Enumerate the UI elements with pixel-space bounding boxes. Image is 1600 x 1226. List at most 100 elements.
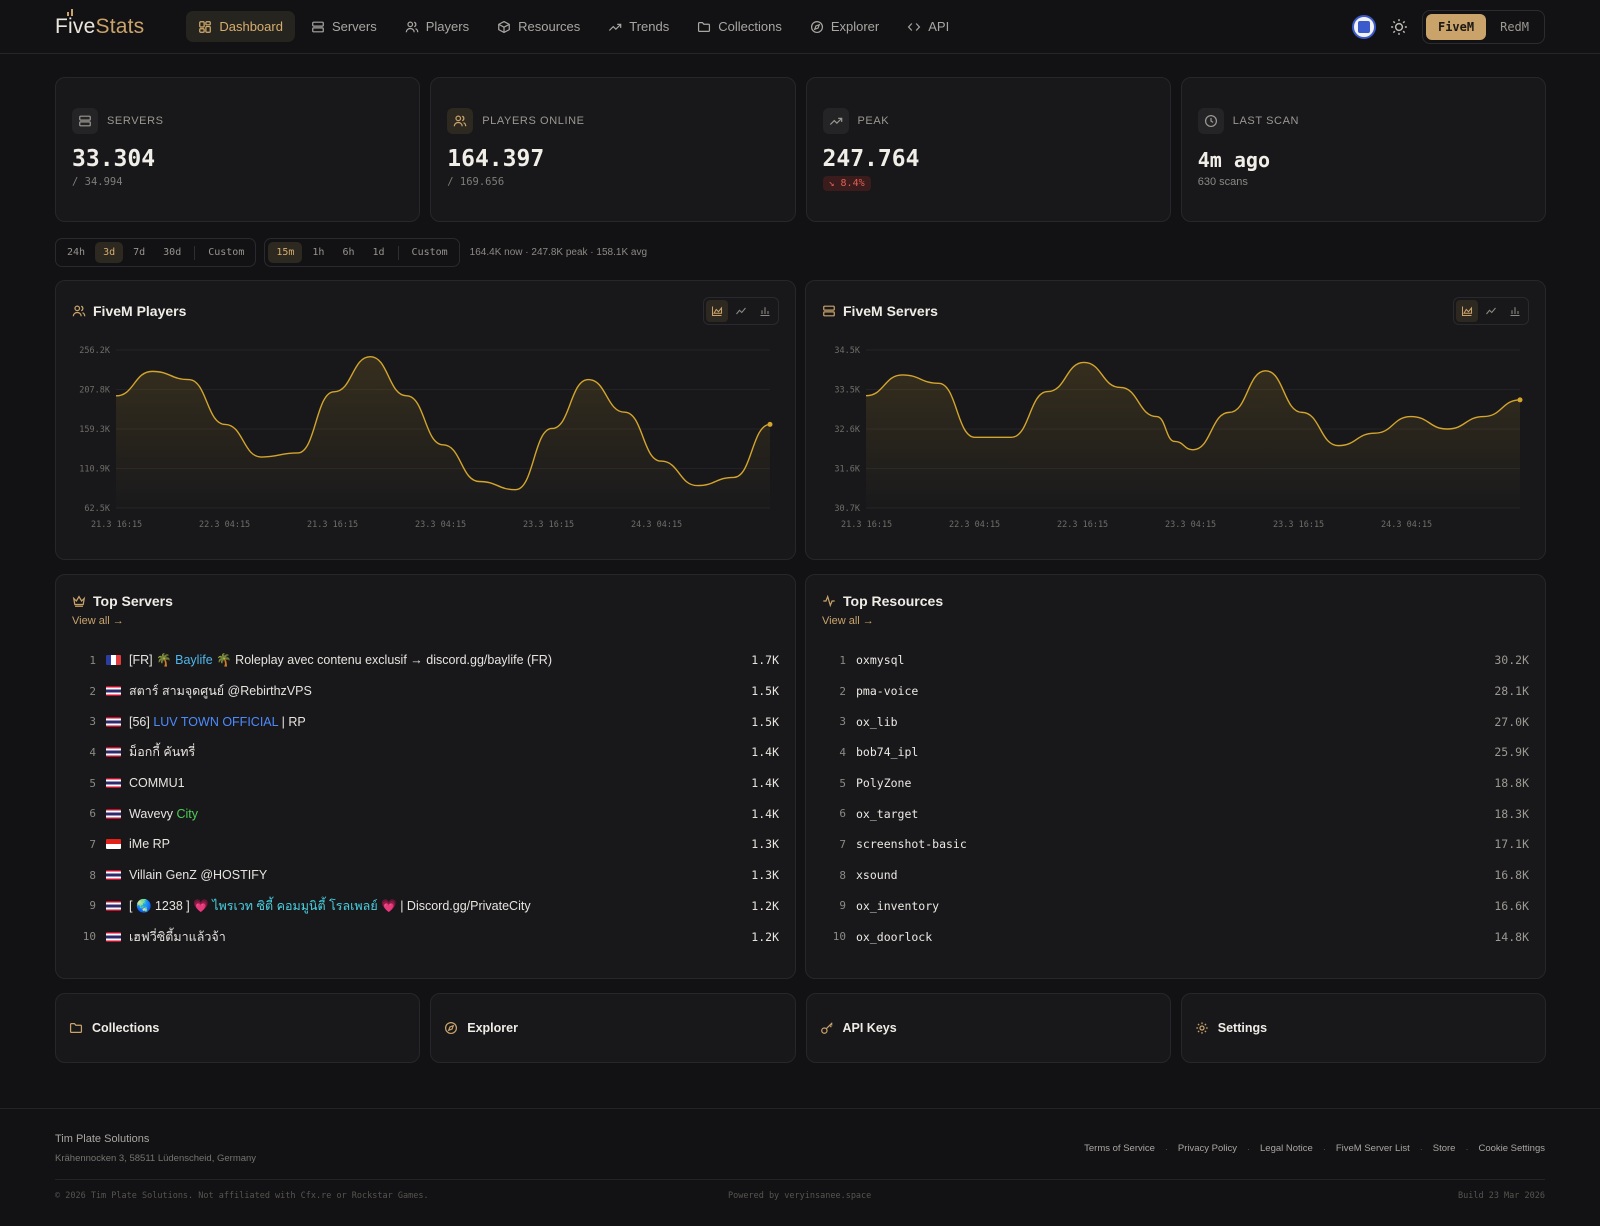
list-item[interactable]: 2 สตาร์ สามจุดศูนย์ @RebirthzVPS 1.5K [72, 676, 779, 707]
nav-servers-label: Servers [331, 19, 377, 34]
resource-count: 30.2K [1494, 653, 1529, 668]
range-30d[interactable]: 30d [155, 242, 189, 263]
top-resources-view-all-link[interactable]: View all → [822, 615, 874, 627]
bar-chart-icon[interactable] [754, 300, 776, 322]
interval-1d[interactable]: 1d [365, 242, 393, 263]
stat-servers-label: SERVERS [107, 115, 164, 127]
nav-right: FiveM RedM [1351, 9, 1545, 44]
footer-link-server-list[interactable]: FiveM Server List [1336, 1143, 1410, 1154]
interval-custom[interactable]: Custom [404, 242, 456, 263]
server-name: Wavevy City [129, 807, 751, 821]
nav-servers[interactable]: Servers [299, 11, 389, 42]
nav-resources[interactable]: Resources [485, 11, 592, 42]
list-item[interactable]: 10 เฮฟวี่ซิตี้มาแล้วจ้า 1.2K [72, 921, 779, 952]
stat-peak-change-badge: ↘ 8.4% [822, 176, 871, 191]
list-item[interactable]: 2 pma-voice 28.1K [822, 676, 1529, 707]
players-chart[interactable]: 256.2K 207.8K 159.3K 110.9K 62.5K 21.3 16:15 2… [56, 337, 795, 537]
footer-link-terms[interactable]: Terms of Service [1084, 1143, 1155, 1154]
stat-players-label: PLAYERS ONLINE [482, 115, 585, 127]
nav-dashboard[interactable]: Dashboard [186, 11, 295, 42]
top-servers-card: Top Servers View all → 1 [FR] 🌴 Baylife … [55, 574, 796, 979]
range-summary: 164.4K now · 247.8K peak · 158.1K avg [469, 247, 648, 258]
server-name: เฮฟวี่ซิตี้มาแล้วจ้า [129, 929, 226, 944]
x-tick-label: 24.3 04:15 [1381, 520, 1432, 530]
resource-name: pma-voice [856, 684, 919, 699]
flag-fr-icon [106, 655, 121, 666]
list-item[interactable]: 4 bob74_ipl 25.9K [822, 737, 1529, 768]
users-icon [405, 20, 419, 32]
footer-link-legal[interactable]: Legal Notice [1260, 1143, 1313, 1154]
player-count: 1.2K [751, 929, 779, 944]
y-tick-label: 159.3K [79, 425, 111, 435]
nav-players[interactable]: Players [393, 11, 481, 42]
server-name-part: 💗 [193, 898, 209, 913]
list-item[interactable]: 4 ม็อกกี้ คันทรี่ 1.4K [72, 737, 779, 768]
clock-icon [1197, 108, 1224, 134]
list-item[interactable]: 10 ox_doorlock 14.8K [822, 921, 1529, 952]
collections-link-card[interactable]: Collections [55, 993, 421, 1063]
list-item[interactable]: 8 xsound 16.8K [822, 860, 1529, 891]
logo[interactable]: FiveStats [55, 8, 144, 39]
game-fivem-button[interactable]: FiveM [1425, 13, 1487, 40]
list-item[interactable]: 7 iMe RP 1.3K [72, 829, 779, 860]
list-item[interactable]: 5 COMMU1 1.4K [72, 768, 779, 799]
bar-chart-icon[interactable] [1504, 300, 1526, 322]
list-item[interactable]: 9 [ 🌏 1238 ] 💗 ไพรเวท ซิตี้ คอมมูนิตี้ โ… [72, 891, 779, 922]
y-tick-label: 33.5K [834, 386, 860, 396]
sun-icon[interactable] [1390, 18, 1408, 36]
interval-6h[interactable]: 6h [334, 242, 362, 263]
api-keys-link-card[interactable]: API Keys [805, 993, 1171, 1063]
nav-api[interactable]: API [895, 11, 961, 42]
top-resources-list: 1 oxmysql 30.2K 2 pma-voice 28.1K 3 ox_lib 27.… [822, 645, 1529, 952]
servers-chart[interactable]: 34.5K 33.5K 32.6K 31.6K 30.7K 21.3 16:15 22.3 … [806, 337, 1545, 537]
flag-th-icon [106, 870, 121, 881]
footer-link-privacy[interactable]: Privacy Policy [1178, 1143, 1237, 1154]
resource-count: 16.8K [1494, 868, 1529, 883]
area-chart-icon[interactable] [1456, 300, 1478, 322]
list-item[interactable]: 1 [FR] 🌴 Baylife 🌴 Roleplay avec contenu… [72, 645, 779, 676]
range-custom[interactable]: Custom [200, 242, 252, 263]
list-item[interactable]: 5 PolyZone 18.8K [822, 768, 1529, 799]
server-name-part: [FR] 🌴 [129, 652, 176, 667]
line-chart-icon[interactable] [730, 300, 752, 322]
chart-type-toggle [1453, 297, 1529, 325]
range-24h[interactable]: 24h [59, 242, 93, 263]
range-selector: 24h 3d 7d 30d Custom [55, 238, 257, 267]
list-item[interactable]: 9 ox_inventory 16.6K [822, 891, 1529, 922]
top-servers-view-all-link[interactable]: View all → [72, 615, 124, 627]
footer-address: Krähennocken 3, 58511 Lüdenscheid, Germa… [55, 1153, 257, 1164]
list-item[interactable]: 6 Wavevy City 1.4K [72, 798, 779, 829]
resource-count: 16.6K [1494, 898, 1529, 913]
list-item[interactable]: 6 ox_target 18.3K [822, 798, 1529, 829]
list-item[interactable]: 3 ox_lib 27.0K [822, 706, 1529, 737]
area-chart-icon[interactable] [706, 300, 728, 322]
interval-15m[interactable]: 15m [268, 242, 303, 263]
nav-trends[interactable]: Trends [596, 11, 681, 42]
settings-link-card[interactable]: Settings [1180, 993, 1546, 1063]
explorer-link-card[interactable]: Explorer [430, 993, 796, 1063]
footer-powered-by: Powered by veryinsanee.space [728, 1191, 872, 1201]
footer-link-store[interactable]: Store [1433, 1143, 1456, 1154]
stat-servers-value: 33.304 [72, 146, 156, 172]
list-item[interactable]: 8 Villain GenZ @HOSTIFY 1.3K [72, 860, 779, 891]
range-7d[interactable]: 7d [125, 242, 153, 263]
game-redm-button[interactable]: RedM [1488, 14, 1541, 40]
nav-explorer[interactable]: Explorer [798, 11, 891, 42]
list-item[interactable]: 3 [56] LUV TOWN OFFICIAL | RP 1.5K [72, 706, 779, 737]
footer-build: Build 23 Mar 2026 [1458, 1191, 1545, 1201]
explorer-link-label: Explorer [467, 1021, 518, 1035]
interval-1h[interactable]: 1h [304, 242, 332, 263]
avatar[interactable] [1351, 14, 1376, 39]
footer-link-cookies[interactable]: Cookie Settings [1478, 1143, 1545, 1154]
line-chart-icon[interactable] [1480, 300, 1502, 322]
list-item[interactable]: 7 screenshot-basic 17.1K [822, 829, 1529, 860]
nav-collections[interactable]: Collections [685, 11, 794, 42]
range-3d[interactable]: 3d [95, 242, 124, 263]
x-tick-label: 23.3 16:15 [523, 520, 574, 530]
y-tick-label: 32.6K [834, 425, 860, 435]
resource-count: 17.1K [1494, 837, 1529, 852]
server-name-part: [ 🌏 1238 ] [129, 898, 194, 913]
resource-name: screenshot-basic [856, 837, 967, 852]
stat-players-value: 164.397 [447, 146, 545, 172]
list-item[interactable]: 1 oxmysql 30.2K [822, 645, 1529, 676]
